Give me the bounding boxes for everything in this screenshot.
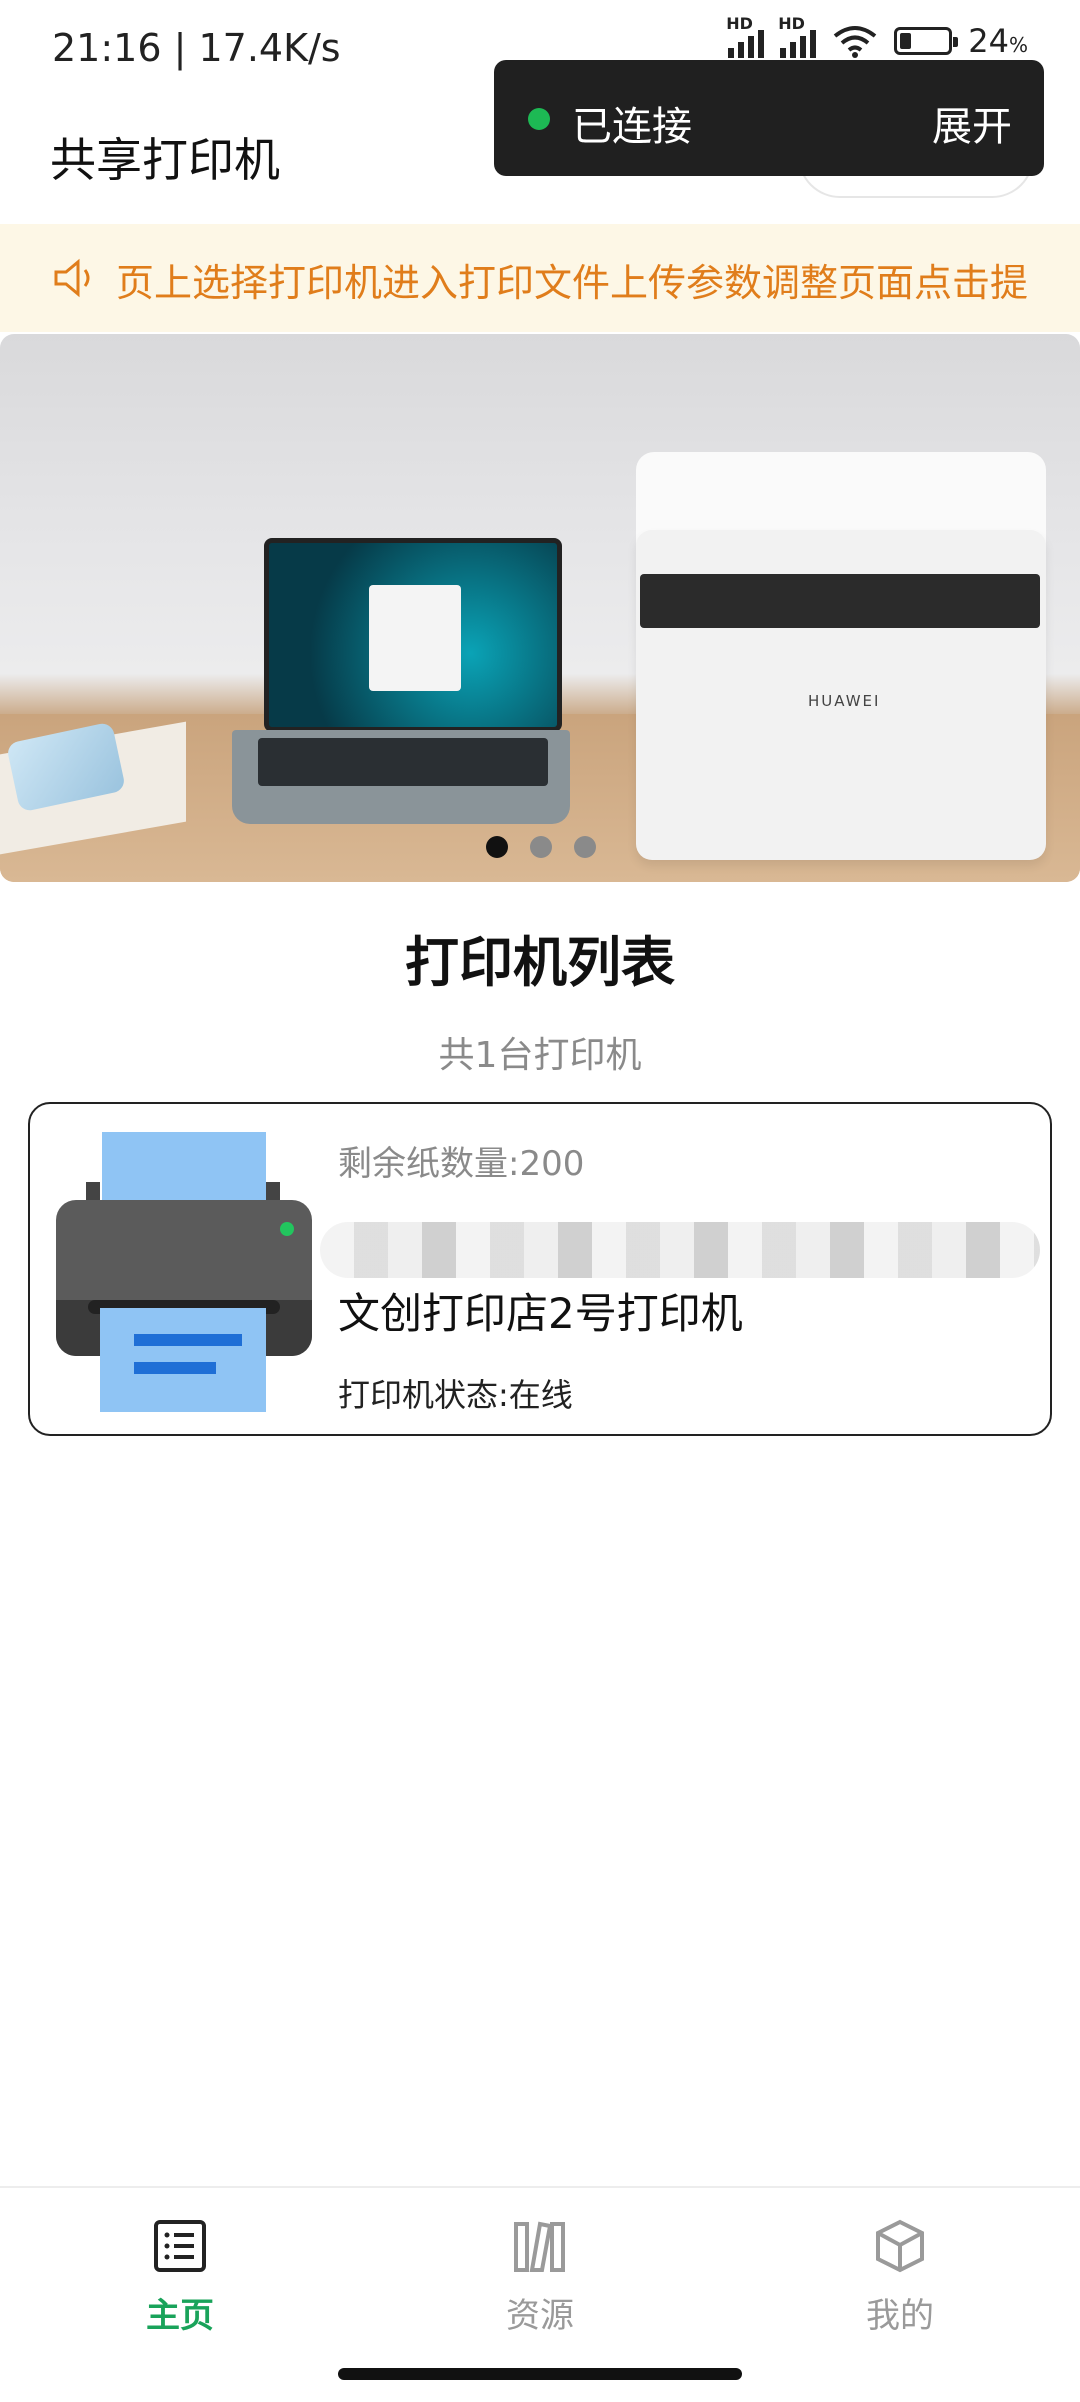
tab-home-label: 主页	[146, 2296, 214, 2336]
notice-bar: 页上选择打印机进入打印文件上传参数调整页面点击提	[0, 224, 1080, 332]
status-icons: HD HD 24%	[726, 14, 1028, 60]
hd-label: HD	[726, 14, 753, 33]
tab-mine[interactable]: 我的	[800, 2218, 1000, 2337]
banner-laptop-screen	[264, 538, 562, 732]
connection-toast: 已连接 展开	[494, 60, 1044, 176]
carousel-dot[interactable]	[574, 836, 596, 858]
paper-count: 剩余纸数量:200	[338, 1144, 585, 1184]
speaker-icon	[54, 258, 90, 298]
printer-name: 文创打印店2号打印机	[338, 1289, 743, 1338]
status-time: 21:16 | 17.4K/s	[52, 26, 341, 70]
tab-home[interactable]: 主页	[80, 2218, 280, 2337]
banner-laptop-keyboard	[258, 738, 548, 786]
redacted-text	[320, 1222, 1040, 1278]
connection-status: 已连接	[572, 104, 692, 150]
battery-percent: 24%	[968, 22, 1028, 60]
tab-resources[interactable]: 资源	[440, 2218, 640, 2337]
expand-button[interactable]: 展开	[932, 94, 1012, 152]
printer-list-title: 打印机列表	[405, 931, 675, 994]
books-icon	[514, 2221, 565, 2272]
tab-mine-label: 我的	[866, 2296, 934, 2336]
printer-icon	[102, 1132, 266, 1208]
list-icon	[154, 2220, 206, 2272]
banner-printer-slot	[640, 574, 1040, 628]
cube-icon	[876, 2219, 924, 2273]
battery-fill	[900, 33, 912, 49]
battery-icon	[894, 27, 959, 55]
wifi-icon	[834, 26, 877, 58]
notice-text: 页上选择打印机进入打印文件上传参数调整页面点击提	[116, 261, 1029, 305]
banner-carousel[interactable]: HUAWEI	[0, 334, 1080, 882]
carousel-indicator	[486, 836, 596, 858]
signal-icon: HD	[726, 14, 765, 58]
printer-count: 共1台打印机	[438, 1035, 642, 1076]
home-indicator	[338, 2368, 742, 2380]
connected-dot-icon	[528, 108, 550, 130]
hd-label: HD	[778, 14, 805, 33]
banner-printer-brand: HUAWEI	[808, 692, 881, 710]
tab-resources-label: 资源	[506, 2296, 574, 2336]
printer-card[interactable]: 剩余纸数量:200 文创打印店2号打印机 打印机状态:在线	[28, 1102, 1052, 1436]
printer-status: 打印机状态:在线	[338, 1376, 573, 1414]
signal-icon: HD	[778, 14, 817, 58]
carousel-dot[interactable]	[486, 836, 508, 858]
page-title: 共享打印机	[50, 133, 280, 187]
carousel-dot[interactable]	[530, 836, 552, 858]
